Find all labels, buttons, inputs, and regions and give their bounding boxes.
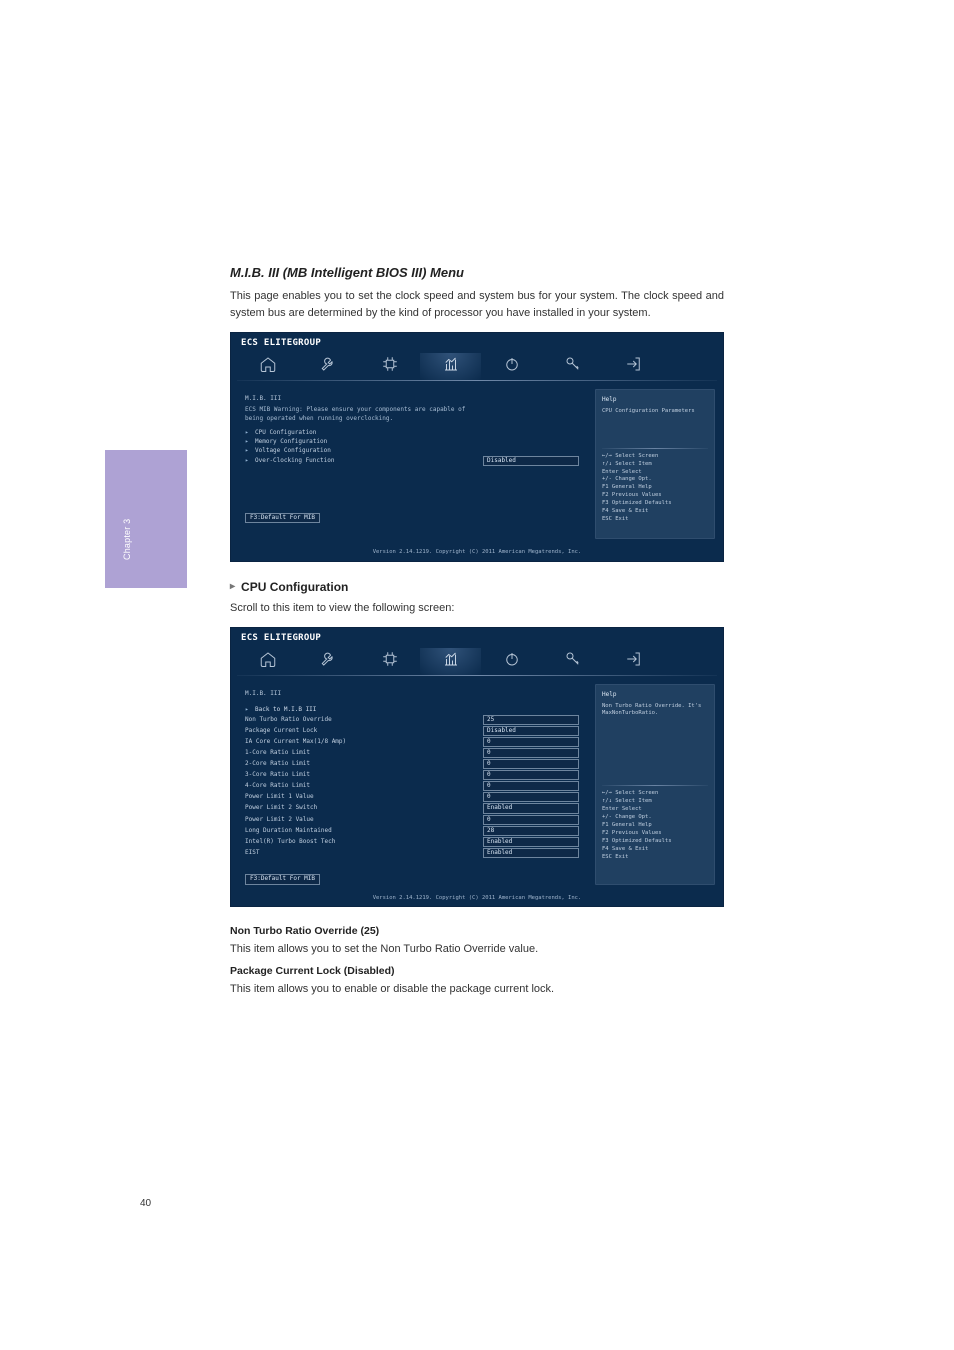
bios-brand-logo: ECS ELITEGROUP — [237, 337, 717, 349]
tab-advanced[interactable] — [298, 353, 359, 380]
menu-row[interactable]: EISTEnabled — [245, 847, 583, 858]
power-icon — [503, 650, 521, 668]
tab-boot[interactable] — [481, 353, 542, 380]
tab-chipset[interactable] — [359, 648, 420, 675]
bios-version: Version 2.14.1219. Copyright (C) 2011 Am… — [231, 895, 723, 906]
menu-row[interactable]: Power Limit 2 SwitchEnabled — [245, 803, 583, 814]
chart-icon — [442, 650, 460, 668]
chevron-right-icon: ▸ — [230, 581, 235, 592]
key-icon — [564, 650, 582, 668]
item-heading: Non Turbo Ratio Override (25) — [230, 925, 724, 937]
section-intro: This page enables you to set the clock s… — [230, 288, 724, 322]
chevron-right-icon: ▸ — [245, 438, 255, 446]
bios-page-title: M.I.B. III — [245, 395, 583, 403]
f3-default-button[interactable]: F3:Default For MIB — [245, 513, 320, 523]
bios-warning: ECS MIB Warning: Please ensure your comp… — [245, 406, 583, 414]
menu-row[interactable]: Long Duration Maintained28 — [245, 825, 583, 836]
wrench-icon — [320, 355, 338, 373]
menu-row[interactable]: Power Limit 1 Value0 — [245, 792, 583, 803]
menu-row[interactable]: 3-Core Ratio Limit0 — [245, 770, 583, 781]
tab-main[interactable] — [237, 648, 298, 675]
help-keys: ←/→ Select Screen ↑/↓ Select Item Enter … — [602, 790, 708, 862]
menu-row[interactable]: 2-Core Ratio Limit0 — [245, 759, 583, 770]
tab-security[interactable] — [542, 353, 603, 380]
bios-brand-logo: ECS ELITEGROUP — [237, 632, 717, 644]
bios-left-pane: M.I.B. III ECS MIB Warning: Please ensur… — [239, 389, 585, 539]
help-keys: ←/→ Select Screen ↑/↓ Select Item Enter … — [602, 453, 708, 525]
tab-exit[interactable] — [603, 648, 664, 675]
menu-row[interactable]: IA Core Current Max(1/8 Amp)0 — [245, 736, 583, 747]
power-icon — [503, 355, 521, 373]
menu-row[interactable]: ▸Memory Configuration — [245, 438, 583, 447]
tab-boot[interactable] — [481, 648, 542, 675]
back-row[interactable]: ▸Back to M.I.B III — [245, 705, 583, 714]
page-number: 40 — [140, 1198, 151, 1209]
chevron-right-icon: ▸ — [245, 457, 255, 465]
item-desc: This item allows you to enable or disabl… — [230, 983, 724, 995]
chapter-sidebar — [105, 450, 187, 588]
bios-help-pane: Help CPU Configuration Parameters ←/→ Se… — [595, 389, 715, 539]
bios-help-pane: Help Non Turbo Ratio Override. It's MaxN… — [595, 684, 715, 885]
tab-security[interactable] — [542, 648, 603, 675]
cpu-config-heading: ▸ CPU Configuration — [230, 580, 724, 594]
chart-icon — [442, 355, 460, 373]
chapter-label: Chapter 3 — [122, 519, 132, 560]
tab-advanced[interactable] — [298, 648, 359, 675]
cpu-config-intro: Scroll to this item to view the followin… — [230, 600, 724, 617]
exit-icon — [625, 650, 643, 668]
chip-icon — [381, 650, 399, 668]
bios-version: Version 2.14.1219. Copyright (C) 2011 Am… — [231, 549, 723, 560]
menu-row[interactable]: Package Current LockDisabled — [245, 725, 583, 736]
chevron-right-icon: ▸ — [245, 447, 255, 455]
bios-nav-tabs — [237, 349, 717, 380]
menu-row[interactable]: 1-Core Ratio Limit0 — [245, 748, 583, 759]
menu-row[interactable]: ▸Over-Clocking FunctionDisabled — [245, 456, 583, 467]
bios-left-pane: M.I.B. III ▸Back to M.I.B III Non Turbo … — [239, 684, 585, 885]
chevron-right-icon: ▸ — [245, 706, 255, 714]
tab-mib[interactable] — [420, 353, 481, 380]
tab-main[interactable] — [237, 353, 298, 380]
menu-row[interactable]: Intel(R) Turbo Boost TechEnabled — [245, 836, 583, 847]
bios-screenshot-mib: ECS ELITEGROUP M.I.B. III ECS MIB Warnin… — [230, 332, 724, 562]
menu-row[interactable]: ▸CPU Configuration — [245, 429, 583, 438]
menu-row[interactable]: Non Turbo Ratio Override25 — [245, 714, 583, 725]
help-title: Help — [602, 396, 708, 404]
item-heading: Package Current Lock (Disabled) — [230, 965, 724, 977]
help-text: Non Turbo Ratio Override. It's MaxNonTur… — [602, 703, 708, 717]
help-text: CPU Configuration Parameters — [602, 408, 708, 415]
section-title: M.I.B. III (MB Intelligent BIOS III) Men… — [230, 265, 724, 280]
f3-default-button[interactable]: F3:Default For MIB — [245, 874, 320, 884]
help-title: Help — [602, 691, 708, 699]
bios-nav-tabs — [237, 644, 717, 675]
chip-icon — [381, 355, 399, 373]
chevron-right-icon: ▸ — [245, 429, 255, 437]
bios-page-title: M.I.B. III — [245, 690, 583, 698]
home-icon — [259, 355, 277, 373]
bios-screenshot-cpu-config: ECS ELITEGROUP M.I.B. III ▸Back to M.I.B… — [230, 627, 724, 907]
tab-exit[interactable] — [603, 353, 664, 380]
menu-row[interactable]: 4-Core Ratio Limit0 — [245, 781, 583, 792]
menu-row[interactable]: ▸Voltage Configuration — [245, 447, 583, 456]
exit-icon — [625, 355, 643, 373]
key-icon — [564, 355, 582, 373]
tab-chipset[interactable] — [359, 353, 420, 380]
home-icon — [259, 650, 277, 668]
wrench-icon — [320, 650, 338, 668]
tab-mib[interactable] — [420, 648, 481, 675]
menu-row[interactable]: Power Limit 2 Value0 — [245, 814, 583, 825]
bios-warning: being operated when running overclocking… — [245, 415, 583, 423]
item-desc: This item allows you to set the Non Turb… — [230, 943, 724, 955]
